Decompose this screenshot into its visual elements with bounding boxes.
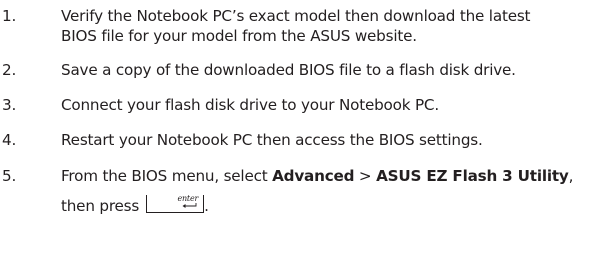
- step-text-suffix: .: [204, 197, 209, 215]
- step-text-line: From the BIOS menu, select Advanced > AS…: [61, 166, 614, 186]
- step-number: 4.: [2, 131, 17, 149]
- menu-advanced: Advanced: [272, 167, 355, 185]
- step-number: 1.: [2, 7, 17, 25]
- step-text-line: Verify the Notebook PC’s exact model the…: [61, 7, 531, 25]
- menu-ez-flash-utility: ASUS EZ Flash 3 Utility: [376, 167, 569, 185]
- step-text-line: Restart your Notebook PC then access the…: [61, 131, 483, 149]
- step-text: From the BIOS menu, select Advanced > AS…: [61, 166, 614, 216]
- step-text: Restart your Notebook PC then access the…: [61, 130, 614, 150]
- step-text-line: then press enter.: [61, 194, 614, 216]
- menu-separator: >: [354, 167, 377, 185]
- step-text-prefix: From the BIOS menu, select: [61, 167, 273, 185]
- step-number: 3.: [2, 96, 17, 114]
- step-text-line: BIOS file for your model from the ASUS w…: [61, 27, 417, 45]
- step-number: 2.: [2, 61, 17, 79]
- step-text: Connect your flash disk drive to your No…: [61, 95, 614, 115]
- step-text-prefix: then press: [61, 197, 140, 215]
- step-number: 5.: [2, 167, 17, 185]
- step-text: Save a copy of the downloaded BIOS file …: [61, 60, 614, 80]
- step-text-line: Save a copy of the downloaded BIOS file …: [61, 61, 516, 79]
- enter-key-label: enter: [177, 194, 199, 203]
- step-text: Verify the Notebook PC’s exact model the…: [61, 6, 614, 46]
- enter-key-icon: enter: [146, 194, 205, 213]
- enter-arrow-icon: [182, 203, 197, 208]
- step-text-line: Connect your flash disk drive to your No…: [61, 96, 439, 114]
- step-text-suffix: ,: [568, 167, 574, 185]
